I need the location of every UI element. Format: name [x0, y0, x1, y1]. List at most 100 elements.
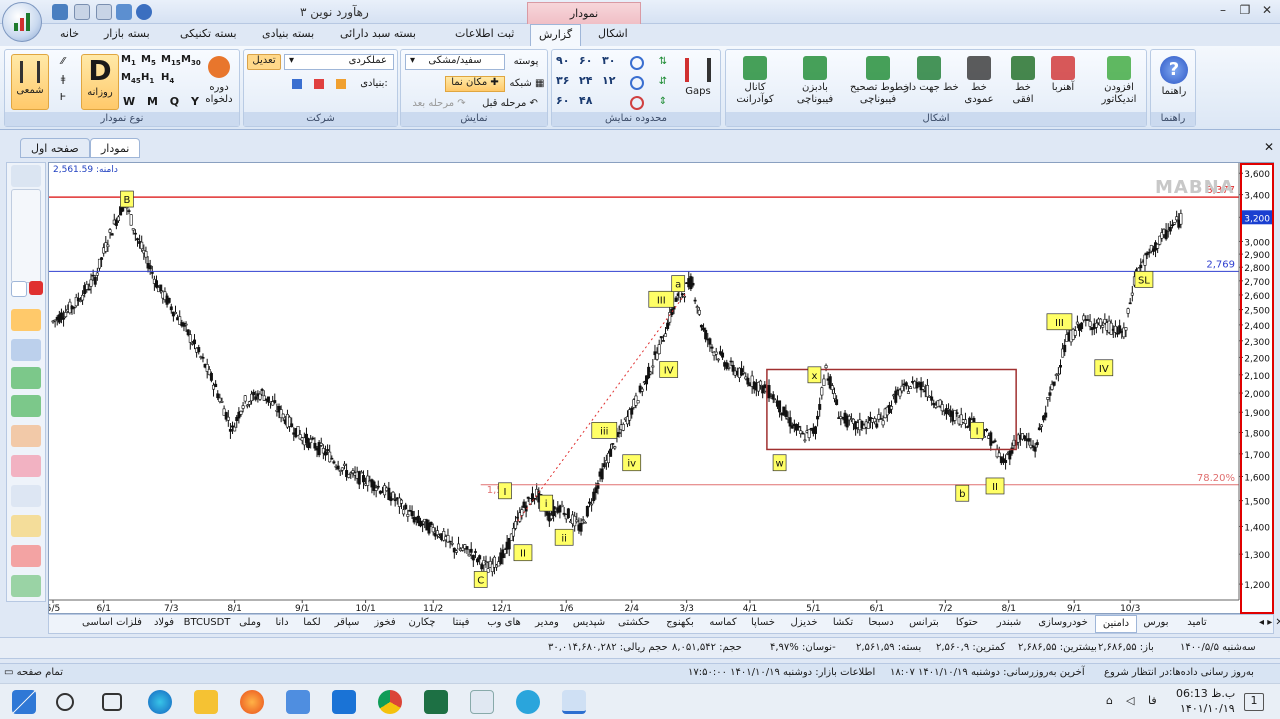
tool-scroller[interactable]: [11, 189, 41, 283]
interval-button[interactable]: M45: [121, 72, 141, 85]
tab-market-pack[interactable]: بسته بازار: [104, 27, 150, 40]
range-button[interactable]: ۴۸: [579, 94, 592, 107]
symbol-tab[interactable]: فپنتا: [441, 617, 481, 628]
daily-period-button[interactable]: D روزانه: [81, 54, 119, 110]
clock-time[interactable]: ب.ظ 06:13: [1176, 687, 1235, 700]
tab-report[interactable]: گزارش: [530, 24, 582, 46]
shape-button[interactable]: کانال کوآدرانت: [730, 54, 780, 114]
fullscreen-button[interactable]: ▭ تمام صفحه: [4, 667, 63, 678]
company-dropdown[interactable]: ▾ عملکردی: [284, 54, 394, 70]
search-icon[interactable]: [56, 693, 74, 711]
tool-input[interactable]: [11, 281, 27, 297]
symbol-tabs-nav[interactable]: ◂ ▸ ✕: [1259, 617, 1280, 628]
range-button[interactable]: ۲۴: [579, 74, 592, 87]
symbol-tab[interactable]: خودروسازی: [1031, 617, 1095, 628]
fundamental-red-icon[interactable]: [314, 79, 324, 89]
shape-button[interactable]: خط افقی: [998, 54, 1048, 114]
line-chart-icon[interactable]: ⁄⁄: [53, 56, 73, 68]
skin-dropdown[interactable]: ▾ سفید/مشکی: [405, 54, 505, 70]
favorite-tool-icon[interactable]: [11, 545, 41, 567]
start-icon[interactable]: [12, 690, 36, 714]
symbol-tab[interactable]: شپدیس: [567, 617, 611, 628]
prev-step-button[interactable]: مرحله قبل ↶: [475, 98, 545, 110]
chrome-icon[interactable]: [378, 690, 402, 714]
fib-tool-icon[interactable]: [11, 485, 41, 507]
ohlc-chart-icon[interactable]: Ⱶ: [53, 92, 73, 104]
devtools-icon[interactable]: [470, 690, 494, 714]
zoom-reset-icon[interactable]: [630, 96, 644, 110]
tab-chart[interactable]: نمودار: [90, 138, 141, 158]
telegram-icon[interactable]: [516, 690, 540, 714]
symbol-tab[interactable]: دسبحا: [861, 617, 901, 628]
period-year[interactable]: Y: [191, 95, 199, 108]
tab-portfolio-pack[interactable]: بسته سبد دارائی: [340, 27, 416, 40]
price-chart[interactable]: 3,377 2,769 78.20% 1,5 B C I II i ii iii iv III IV a x w…: [48, 162, 1274, 614]
symbol-tab[interactable]: BTCUSDT: [181, 617, 233, 628]
expand-chart-icon[interactable]: ⇕: [654, 96, 672, 110]
close-button[interactable]: ✕: [1258, 3, 1276, 19]
symbol-tab[interactable]: حکشتی: [611, 617, 657, 628]
grid-toggle[interactable]: شبکه ▦: [509, 78, 545, 90]
draw-tool-icon[interactable]: [11, 339, 41, 361]
app-menu-button[interactable]: [2, 2, 42, 42]
period-quarter[interactable]: Q: [170, 95, 179, 108]
minimize-button[interactable]: –: [1214, 3, 1232, 19]
trend-tool-icon[interactable]: [11, 395, 41, 417]
period-week[interactable]: W: [123, 95, 135, 108]
tab-data-entry[interactable]: ثبت اطلاعات: [455, 27, 514, 40]
rahavard-app-icon[interactable]: [562, 690, 586, 714]
notification-button[interactable]: 1: [1244, 693, 1264, 711]
range-button[interactable]: ۶۰: [556, 94, 569, 107]
remove-tool-icon[interactable]: [29, 281, 43, 295]
range-button[interactable]: ۳۰: [602, 54, 615, 67]
tab-fundamental-pack[interactable]: بسته بنیادی: [262, 27, 314, 40]
tab-technical-pack[interactable]: بسته تکنیکی: [180, 27, 237, 40]
save-icon[interactable]: [52, 4, 68, 20]
firefox-icon[interactable]: [240, 690, 264, 714]
symbol-tab[interactable]: بکهنوج: [657, 617, 703, 628]
zoom-in-icon[interactable]: [630, 56, 644, 70]
shape-button[interactable]: افزودن اندیکاتور: [1094, 54, 1144, 114]
text-tool-icon[interactable]: [11, 515, 41, 537]
symbol-tab[interactable]: دانا: [267, 617, 297, 628]
custom-period-button[interactable]: دوره دلخواه: [203, 56, 235, 112]
bar-chart-icon[interactable]: ǂ: [53, 74, 73, 86]
adjust-button[interactable]: تعدیل: [247, 54, 281, 70]
tab-home[interactable]: خانه: [60, 27, 79, 40]
symbol-tab[interactable]: خساپا: [743, 617, 783, 628]
fundamental-orange-icon[interactable]: [336, 79, 346, 89]
symbol-tab[interactable]: فولاد: [147, 617, 181, 628]
tab-shapes[interactable]: اشکال: [598, 27, 628, 40]
period-month[interactable]: M: [147, 95, 158, 108]
symbol-tab[interactable]: وملی: [233, 617, 267, 628]
interval-button[interactable]: H4: [161, 72, 174, 85]
indicator-tool-icon[interactable]: [11, 367, 41, 389]
interval-button[interactable]: M1: [121, 54, 136, 67]
language-indicator[interactable]: فا: [1148, 694, 1157, 707]
shape-button[interactable]: خط عمودی: [954, 54, 1004, 114]
task-view-icon[interactable]: [102, 693, 122, 711]
clock-date[interactable]: ۱۴۰۱/۱۰/۱۹: [1180, 702, 1235, 715]
help-button[interactable]: ? راهنما: [1155, 54, 1193, 110]
edge-icon[interactable]: [148, 690, 172, 714]
shape-button[interactable]: خط جهت دار: [904, 54, 959, 114]
symbol-tab[interactable]: بترانس: [901, 617, 947, 628]
symbol-tab[interactable]: کماسه: [703, 617, 743, 628]
candle-chart-button[interactable]: شمعی: [11, 54, 49, 110]
zoom-out-icon[interactable]: [630, 76, 644, 90]
fit-chart-icon[interactable]: ⇵: [654, 76, 672, 90]
interval-button[interactable]: M5: [141, 54, 156, 67]
symbol-tab[interactable]: تکشا: [825, 617, 861, 628]
fundamental-blue-icon[interactable]: [292, 79, 302, 89]
store-icon[interactable]: [286, 690, 310, 714]
period-letters[interactable]: W M Q Y: [121, 96, 201, 108]
tray-network-icon[interactable]: ⌂: [1106, 694, 1113, 707]
print-tool-icon[interactable]: [11, 165, 41, 187]
file-explorer-icon[interactable]: [194, 690, 218, 714]
symbol-tab[interactable]: بورس: [1137, 617, 1175, 628]
close-icon[interactable]: ✕: [1264, 140, 1274, 154]
symbol-tab[interactable]: دامنین: [1095, 615, 1137, 633]
mail-icon[interactable]: [332, 690, 356, 714]
alert-tool-icon[interactable]: [11, 455, 41, 477]
symbol-tab[interactable]: خدیزل: [783, 617, 825, 628]
